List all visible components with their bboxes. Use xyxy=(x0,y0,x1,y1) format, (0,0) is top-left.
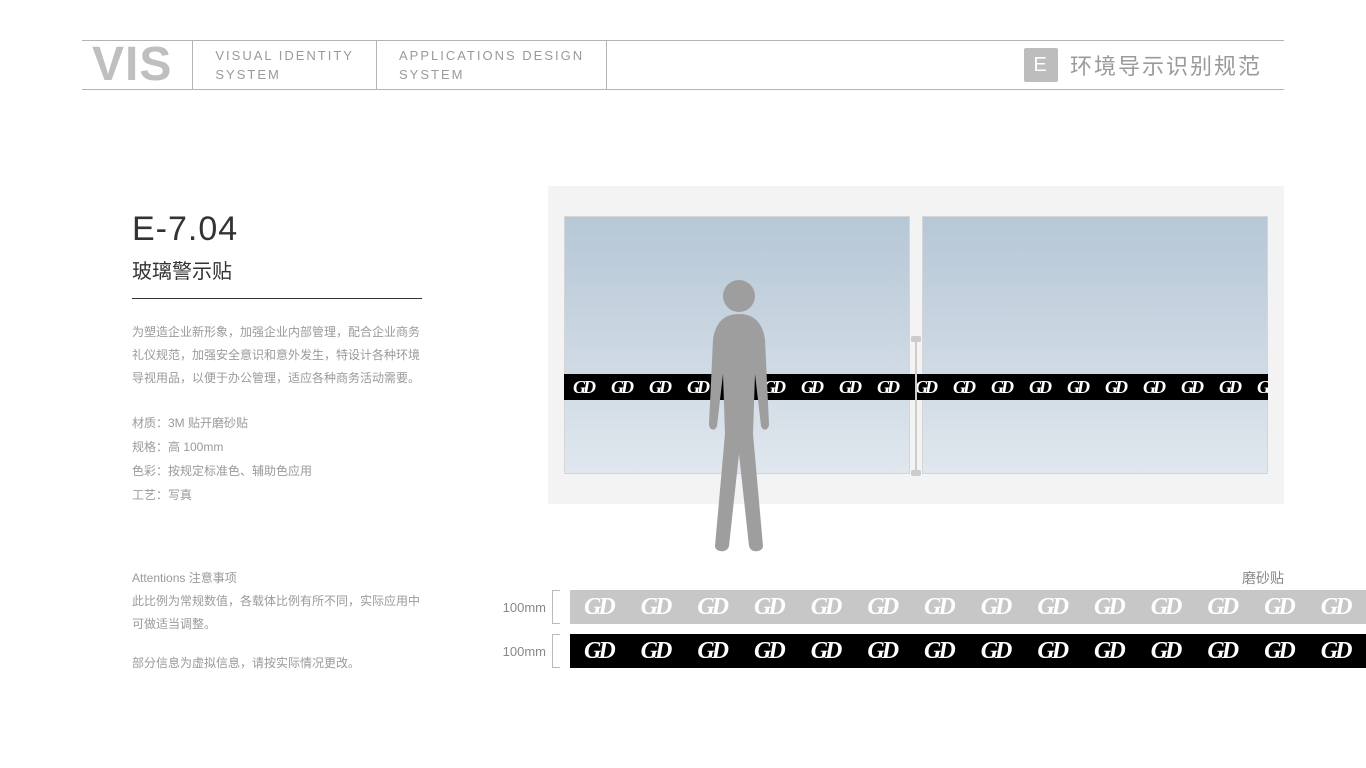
spec-line: 色彩：按规定标准色、辅助色应用 xyxy=(132,464,312,478)
description: 为塑造企业新形象，加强企业内部管理，配合企业商务礼仪规范，加强安全意识和意外发生… xyxy=(132,321,422,389)
logo-glyph-icon: GD xyxy=(1264,594,1293,621)
divider xyxy=(132,298,422,299)
logo-glyph-icon: GD xyxy=(924,594,953,621)
sample-strips: 磨砂贴 100mm GD GD GD GD GD GD GD GD GD GD GD GD GD GD GD… xyxy=(490,560,1366,668)
logo-glyph-icon: GD xyxy=(641,594,670,621)
attentions-note: 部分信息为虚拟信息，请按实际情况更改。 xyxy=(132,652,422,675)
dimension-bracket-icon xyxy=(552,590,560,624)
section-badge: E xyxy=(1024,48,1058,82)
logo-glyph-icon: GD xyxy=(1321,638,1350,665)
logo-glyph-icon: GD xyxy=(1321,594,1350,621)
logo-glyph-icon: GD xyxy=(1207,594,1236,621)
header-spacer xyxy=(607,41,1024,89)
logo-glyph-icon: GD xyxy=(915,377,935,398)
logo-glyph-icon: GD xyxy=(953,377,973,398)
section-title: 环境导示识别规范 xyxy=(1070,49,1262,81)
logo-glyph-icon: GD xyxy=(573,377,593,398)
logo-glyph-icon: GD xyxy=(641,638,670,665)
logo-glyph-icon: GD xyxy=(697,638,726,665)
logo-glyph-icon: GD xyxy=(1257,377,1268,398)
spec-line: 规格：高 100mm xyxy=(132,440,223,454)
logo-glyph-icon: GD xyxy=(1151,638,1180,665)
logo-glyph-icon: GD xyxy=(1151,594,1180,621)
logo-glyph-icon: GD xyxy=(981,638,1010,665)
logo-glyph-icon: GD xyxy=(811,638,840,665)
strip-frosted: GDGDGDGDGDGDGDGDGDGDGDGDGDGDGDGDGDGD xyxy=(570,590,1366,624)
header-line: APPLICATIONS DESIGN xyxy=(399,46,584,66)
logo-glyph-icon: GD xyxy=(1207,638,1236,665)
attentions-title: Attentions 注意事项 xyxy=(132,571,237,585)
attentions: Attentions 注意事项 此比例为常规数值，各载体比例有所不同，实际应用中… xyxy=(132,567,422,635)
header-section-title: E 环境导示识别规范 xyxy=(1024,41,1284,89)
spec-line: 工艺：写真 xyxy=(132,488,192,502)
logo-glyph-icon: GD xyxy=(754,638,783,665)
header-col-visual-identity: VISUAL IDENTITY SYSTEM xyxy=(193,41,377,89)
glass-door-illustration: GDGDGDGDGDGDGDGDGDGDGDGDGDGDGDGDGDGDGDGD… xyxy=(548,186,1284,504)
logo-glyph-icon: GD xyxy=(867,638,896,665)
info-column: E-7.04 玻璃警示贴 为塑造企业新形象，加强企业内部管理，配合企业商务礼仪规… xyxy=(132,210,422,691)
door-handle-icon xyxy=(915,336,917,476)
logo-glyph-icon: GD xyxy=(649,377,669,398)
logo-glyph-icon: GD xyxy=(991,377,1011,398)
frosted-label: 磨砂贴 xyxy=(1242,568,1284,588)
header-line: SYSTEM xyxy=(399,65,464,85)
logo-glyph-icon: GD xyxy=(1029,377,1049,398)
logo-glyph-icon: GD xyxy=(981,594,1010,621)
attentions-body: 此比例为常规数值，各载体比例有所不同，实际应用中可做适当调整。 xyxy=(132,594,420,631)
logo-glyph-icon: GD xyxy=(1094,638,1123,665)
logo-glyph-icon: GD xyxy=(1094,594,1123,621)
item-code: E-7.04 xyxy=(132,210,422,249)
dimension-label: 100mm xyxy=(490,644,546,659)
strip-black: GDGDGDGDGDGDGDGDGDGDGDGDGDGDGDGDGDGD xyxy=(570,634,1366,668)
logo-glyph-icon: GD xyxy=(867,594,896,621)
item-title: 玻璃警示贴 xyxy=(132,255,422,284)
header-col-applications: APPLICATIONS DESIGN SYSTEM xyxy=(377,41,607,89)
spec-list: 材质：3M 贴开磨砂贴 规格：高 100mm 色彩：按规定标准色、辅助色应用 工… xyxy=(132,411,422,507)
logo-glyph-icon: GD xyxy=(1181,377,1201,398)
logo-glyph-icon: GD xyxy=(877,377,897,398)
logo-glyph-icon: GD xyxy=(584,638,613,665)
page-header: VIS VISUAL IDENTITY SYSTEM APPLICATIONS … xyxy=(82,40,1284,90)
header-line: SYSTEM xyxy=(215,65,280,85)
logo-glyph-icon: GD xyxy=(1264,638,1293,665)
spec-line: 材质：3M 贴开磨砂贴 xyxy=(132,416,248,430)
header-line: VISUAL IDENTITY xyxy=(215,46,354,66)
dimension-bracket-icon xyxy=(552,634,560,668)
logo-glyph-icon: GD xyxy=(1105,377,1125,398)
brand-mark: VIS xyxy=(82,41,193,89)
glass-pane-right xyxy=(922,216,1268,474)
person-silhouette-icon xyxy=(679,274,799,554)
dimension-label: 100mm xyxy=(490,600,546,615)
logo-glyph-icon: GD xyxy=(697,594,726,621)
logo-glyph-icon: GD xyxy=(754,594,783,621)
logo-glyph-icon: GD xyxy=(1037,594,1066,621)
logo-glyph-icon: GD xyxy=(1143,377,1163,398)
logo-glyph-icon: GD xyxy=(584,594,613,621)
logo-glyph-icon: GD xyxy=(611,377,631,398)
sample-row-black: 100mm GDGDGDGDGDGDGDGDGDGDGDGDGDGDGDGDGD… xyxy=(490,634,1366,668)
logo-glyph-icon: GD xyxy=(1219,377,1239,398)
logo-glyph-icon: GD xyxy=(1067,377,1087,398)
logo-glyph-icon: GD xyxy=(801,377,821,398)
logo-glyph-icon: GD xyxy=(924,638,953,665)
logo-glyph-icon: GD xyxy=(839,377,859,398)
logo-glyph-icon: GD xyxy=(811,594,840,621)
logo-glyph-icon: GD xyxy=(1037,638,1066,665)
sample-row-frosted: 100mm GDGDGDGDGDGDGDGDGDGDGDGDGDGDGDGDGD… xyxy=(490,590,1366,624)
